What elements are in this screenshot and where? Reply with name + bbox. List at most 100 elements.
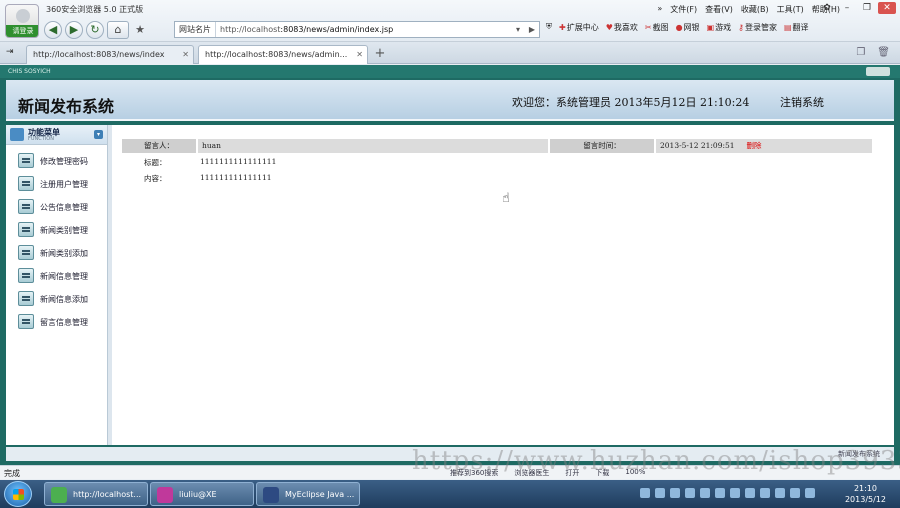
address-bar[interactable]: 网站名片 http://localhost:8083/news/admin/in… — [174, 21, 540, 38]
tray-icon[interactable] — [745, 488, 755, 498]
message-meta-row: 留言人： huan 留言时间： 2013-5-12 21:09:51 删除 — [122, 139, 874, 153]
toolbar-like[interactable]: ♥我喜欢 — [606, 22, 638, 33]
tab-news-admin[interactable]: http://localhost:8083/news/admin... ✕ — [198, 45, 368, 64]
nav-buttons: ◀ ▶ ↻ ⌂ ★ — [44, 20, 148, 40]
sidebar-item-change-password[interactable]: 修改管理密码 — [6, 149, 107, 172]
message-record: 留言人： huan 留言时间： 2013-5-12 21:09:51 删除 标题：… — [122, 139, 874, 185]
menu-view[interactable]: 查看(V) — [705, 4, 733, 15]
forward-icon[interactable]: ▶ — [65, 21, 83, 39]
url-input[interactable]: http://localhost:8083/news/admin/index.j… — [216, 25, 511, 34]
sidebar-item-category-management[interactable]: 新闻类别管理 — [6, 218, 107, 241]
tray-icon[interactable] — [700, 488, 710, 498]
menu-grid-icon — [10, 128, 24, 141]
page-title: 新闻发布系统 — [18, 97, 115, 116]
address-dropdown-icon[interactable]: ▾ — [511, 25, 525, 34]
message-content-row: 内容： 111111111111111 — [122, 169, 874, 185]
tray-icon[interactable] — [775, 488, 785, 498]
new-tab-icon[interactable]: + — [371, 47, 389, 62]
document-icon — [18, 176, 34, 191]
tab-close-icon[interactable]: ✕ — [356, 50, 363, 59]
author-label: 留言人： — [122, 139, 196, 153]
login-badge[interactable]: 请登录 — [6, 25, 38, 37]
start-button[interactable] — [4, 481, 32, 507]
menu-favorites[interactable]: 收藏(B) — [741, 4, 769, 15]
restore-icon[interactable]: ❐ — [858, 2, 876, 14]
myeclipse-icon — [263, 487, 279, 503]
toolbar-login-manager[interactable]: ⚷登录管家 — [738, 22, 777, 33]
tab-news-index[interactable]: http://localhost:8083/news/index ✕ — [26, 45, 194, 64]
tab-bar: ⇥ http://localhost:8083/news/index ✕ http… — [0, 42, 900, 64]
trash-icon[interactable]: 🗑 — [877, 47, 890, 58]
function-menu-header: 功能菜单 FUNCTION ▾ — [6, 125, 107, 145]
taskbar: http://localhost... liuliu@XE MyEclipse … — [0, 480, 900, 508]
web-page: CHIS SOSYICH 新闻发布系统 欢迎您：系统管理员 2013年5月12日… — [0, 65, 900, 465]
taskbar-clock[interactable]: 21:10 2013/5/12 — [845, 483, 886, 505]
refresh-icon[interactable]: ↻ — [86, 21, 104, 39]
tab-list-icon[interactable]: ❐ — [856, 47, 865, 58]
document-icon — [18, 222, 34, 237]
sidebar-item-message-management[interactable]: 留言信息管理 — [6, 310, 107, 333]
menu-more-icon[interactable]: » — [657, 4, 662, 15]
close-icon[interactable]: ✕ — [878, 2, 896, 14]
page-strip-button[interactable] — [866, 67, 890, 76]
toolbar-translate[interactable]: ▤翻译 — [784, 22, 809, 33]
toolbar-bank[interactable]: ●网银 — [676, 22, 700, 33]
back-icon[interactable]: ◀ — [44, 21, 62, 39]
home-icon[interactable]: ⌂ — [107, 21, 129, 39]
sidebar-item-notice-management[interactable]: 公告信息管理 — [6, 195, 107, 218]
page-top-strip: CHIS SOSYICH — [0, 65, 900, 78]
tray-icon[interactable] — [685, 488, 695, 498]
time-label: 留言时间： — [550, 139, 654, 153]
time-cell: 2013-5-12 21:09:51 删除 — [656, 139, 872, 153]
status-text: 完成 — [4, 469, 20, 478]
watermark: https://www.huzhan.com/ishop39337 — [412, 446, 900, 476]
delete-link[interactable]: 删除 — [747, 141, 762, 150]
sidebar-item-news-add[interactable]: 新闻信息添加 — [6, 287, 107, 310]
content-value: 111111111111111 — [200, 173, 272, 182]
menu-tools[interactable]: 工具(T) — [777, 4, 804, 15]
message-title-row: 标题： 1111111111111111 — [122, 153, 874, 169]
document-icon — [18, 245, 34, 260]
browser-icon — [51, 487, 67, 503]
tray-icon[interactable] — [760, 488, 770, 498]
menu-bar: » 文件(F) 查看(V) 收藏(B) 工具(T) 帮助(H) — [657, 4, 840, 15]
function-menu: 功能菜单 FUNCTION ▾ 修改管理密码 注册用户管理 公告信息管理 新闻类… — [6, 125, 108, 445]
shield-icon[interactable]: ⛨ — [546, 22, 552, 33]
task-browser[interactable]: http://localhost... — [44, 482, 148, 506]
sidebar-item-news-management[interactable]: 新闻信息管理 — [6, 264, 107, 287]
main-content: 留言人： huan 留言时间： 2013-5-12 21:09:51 删除 标题：… — [112, 125, 894, 445]
site-card-button[interactable]: 网站名片 — [175, 22, 216, 37]
user-avatar[interactable]: 请登录 — [5, 4, 39, 38]
extension-toolbar: ⛨ ✚扩展中心 ♥我喜欢 ✂截图 ●网银 ▣游戏 ⚷登录管家 ▤翻译 — [546, 22, 809, 33]
sidebar-toggle-icon[interactable]: ⇥ — [6, 47, 14, 57]
toolbar-games[interactable]: ▣游戏 — [707, 22, 732, 33]
tab-close-icon[interactable]: ✕ — [182, 50, 189, 59]
tray-icon[interactable] — [805, 488, 815, 498]
menu-file[interactable]: 文件(F) — [670, 4, 697, 15]
tray-icon[interactable] — [790, 488, 800, 498]
welcome-text: 欢迎您：系统管理员 2013年5月12日 21:10:24 — [512, 96, 750, 109]
task-myeclipse[interactable]: MyEclipse Java ... — [256, 482, 360, 506]
tray-icon[interactable] — [715, 488, 725, 498]
toolbar-screenshot[interactable]: ✂截图 — [645, 22, 669, 33]
tray-icon[interactable] — [670, 488, 680, 498]
collapse-icon[interactable]: ▾ — [94, 130, 103, 139]
title-value: 1111111111111111 — [200, 157, 277, 166]
sidebar-item-user-management[interactable]: 注册用户管理 — [6, 172, 107, 195]
skin-icon[interactable]: ✿ — [818, 2, 836, 14]
sidebar-item-category-add[interactable]: 新闻类别添加 — [6, 241, 107, 264]
task-database[interactable]: liuliu@XE — [150, 482, 254, 506]
logout-link[interactable]: 注销系统 — [780, 94, 824, 110]
tray-icon[interactable] — [655, 488, 665, 498]
document-icon — [18, 291, 34, 306]
time-value: 2013-5-12 21:09:51 — [660, 141, 735, 150]
document-icon — [18, 199, 34, 214]
minimize-icon[interactable]: – — [838, 2, 856, 14]
tray-icon[interactable] — [730, 488, 740, 498]
go-icon[interactable]: ▶ — [525, 25, 539, 34]
tray-icon[interactable] — [640, 488, 650, 498]
favorite-star-icon[interactable]: ★ — [132, 21, 148, 39]
document-icon — [18, 153, 34, 168]
system-tray — [640, 488, 815, 498]
toolbar-extensions[interactable]: ✚扩展中心 — [559, 22, 599, 33]
